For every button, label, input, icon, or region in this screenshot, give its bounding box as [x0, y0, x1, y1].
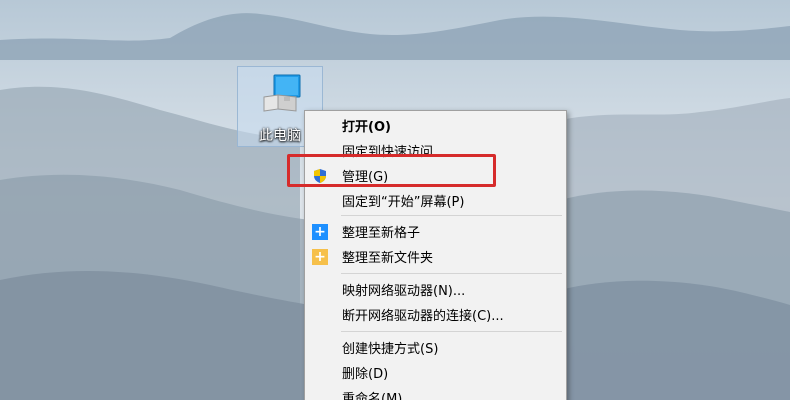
menu-separator — [341, 215, 562, 216]
menu-separator — [341, 273, 562, 274]
menu-item-label: 固定到“开始”屏幕(P) — [342, 195, 465, 210]
menu-item-label: 映射网络驱动器(N)... — [342, 284, 466, 299]
menu-item-label: 断开网络驱动器的连接(C)... — [342, 309, 504, 324]
menu-item-label: 整理至新文件夹 — [342, 251, 434, 266]
folder-plus-icon: + — [312, 249, 328, 265]
menu-item-label: 删除(D) — [342, 367, 389, 382]
menu-separator — [341, 331, 562, 332]
menu-item-rename[interactable]: 重命名(M) — [305, 385, 566, 400]
menu-item-open[interactable]: 打开(O) — [305, 113, 566, 138]
menu-item-new-grid[interactable]: + 整理至新格子 — [305, 219, 566, 244]
menu-item-new-folder[interactable]: + 整理至新文件夹 — [305, 244, 566, 269]
menu-item-label: 打开(O) — [342, 120, 391, 135]
desktop: 此电脑 打开(O) 固定到快速访问 管理(G) 固定到“开始”屏幕(P) + 整… — [0, 0, 790, 400]
menu-item-label: 整理至新格子 — [342, 226, 421, 241]
blue-plus-icon: + — [312, 224, 328, 240]
menu-item-map-network-drive[interactable]: 映射网络驱动器(N)... — [305, 277, 566, 302]
menu-item-label: 重命名(M) — [342, 392, 403, 400]
menu-item-label: 创建快捷方式(S) — [342, 342, 439, 357]
annotation-highlight-box — [287, 154, 496, 187]
menu-item-create-shortcut[interactable]: 创建快捷方式(S) — [305, 335, 566, 360]
computer-icon — [263, 74, 301, 112]
menu-item-pin-start[interactable]: 固定到“开始”屏幕(P) — [305, 188, 566, 213]
menu-item-disconnect-network-drive[interactable]: 断开网络驱动器的连接(C)... — [305, 302, 566, 327]
menu-item-delete[interactable]: 删除(D) — [305, 360, 566, 385]
